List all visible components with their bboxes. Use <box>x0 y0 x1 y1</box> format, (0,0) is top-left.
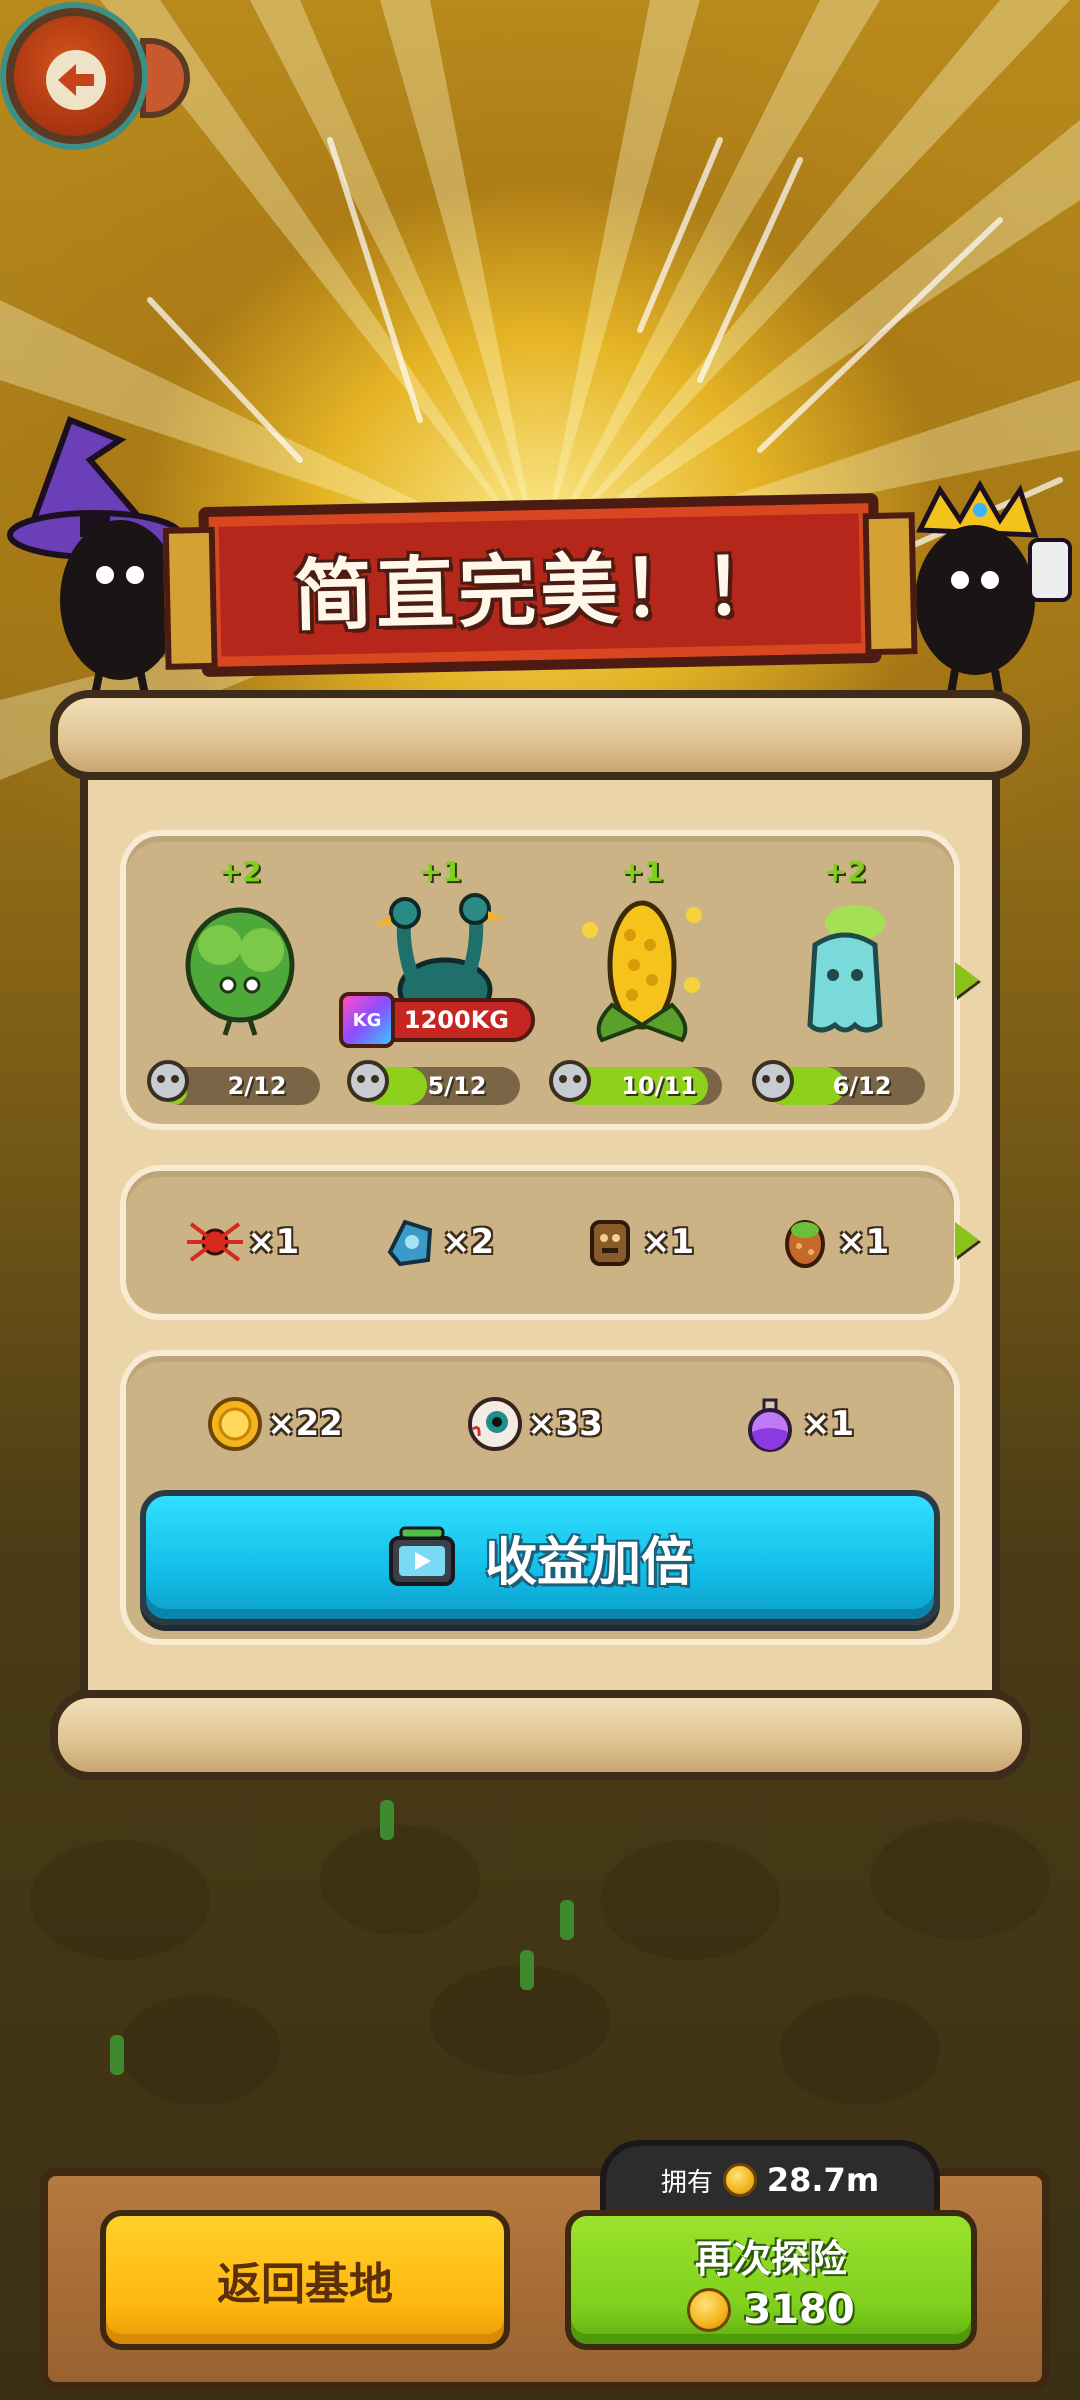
progress-text: 5/12 <box>427 1072 487 1100</box>
owned-coins-display: 拥有 28.7m <box>600 2140 940 2220</box>
item-relic: ×2 <box>380 1212 494 1272</box>
result-banner: 简直完美！！ <box>198 492 882 678</box>
item-spider: ×1 <box>185 1212 299 1272</box>
weight-value: 1200KG <box>403 1006 509 1034</box>
return-base-button[interactable]: 返回基地 <box>100 2210 510 2350</box>
monster-card-lettuce[interactable]: +2 2/12 <box>147 845 330 1125</box>
back-arrow-icon <box>46 50 106 110</box>
reward-eyeball: ×33 <box>465 1394 603 1454</box>
double-rewards-label: 收益加倍 <box>484 1533 693 1593</box>
monsters-next-arrow-icon[interactable] <box>955 962 979 998</box>
banner-title: 简直完美！！ <box>293 541 788 643</box>
reward-count: ×1 <box>802 1404 855 1444</box>
reward-count: ×33 <box>527 1404 603 1444</box>
weight-kg-icon: KG <box>339 992 395 1048</box>
skull-icon <box>752 1060 794 1102</box>
item-count: ×1 <box>642 1222 695 1262</box>
explore-cost: 3180 <box>687 2286 855 2333</box>
progress-text: 10/11 <box>621 1072 697 1100</box>
corn-monster-icon <box>582 900 702 1043</box>
monster-plus: +1 <box>620 855 664 888</box>
scroll-top-roll <box>50 690 1030 780</box>
double-rewards-button[interactable]: 收益加倍 <box>140 1490 940 1625</box>
item-totem: ×1 <box>580 1212 694 1272</box>
item-egg: ×1 <box>775 1212 889 1272</box>
ghost-radish-monster-icon <box>807 905 885 1033</box>
tv-ad-icon <box>388 1526 455 1586</box>
potion-icon <box>748 1398 792 1452</box>
monster-plus: +2 <box>218 855 262 888</box>
blue-relic-icon <box>387 1219 433 1267</box>
weight-badge: KG 1200KG <box>339 992 535 1048</box>
explore-cost-value: 3180 <box>743 2286 855 2333</box>
lettuce-monster-icon <box>185 907 295 1036</box>
explore-again-button[interactable]: 再次探险 3180 <box>565 2210 977 2350</box>
item-count: ×1 <box>837 1222 890 1262</box>
progress-text: 6/12 <box>832 1072 892 1100</box>
items-next-arrow-icon[interactable] <box>955 1222 979 1258</box>
monster-card-corn[interactable]: +1 10/11 <box>549 845 732 1125</box>
skull-icon <box>549 1060 591 1102</box>
eyeball-icon <box>468 1397 522 1451</box>
monster-card-ostrich[interactable]: +1 5/12 <box>347 845 530 1125</box>
egg-icon <box>785 1220 825 1268</box>
coin-icon <box>687 2287 732 2332</box>
skull-icon <box>147 1060 189 1102</box>
totem-icon <box>590 1220 630 1266</box>
back-button[interactable] <box>6 8 142 144</box>
explore-again-label: 再次探险 <box>694 2236 847 2281</box>
coin-icon <box>722 2163 757 2197</box>
reward-coin: ×22 <box>205 1394 343 1454</box>
skull-icon <box>347 1060 389 1102</box>
coin-icon <box>208 1397 262 1451</box>
monster-plus: +1 <box>418 855 462 888</box>
item-count: ×1 <box>247 1222 300 1262</box>
item-count: ×2 <box>442 1222 495 1262</box>
owned-label: 拥有 <box>660 2167 713 2198</box>
monster-card-ghost-radish[interactable]: +2 6/12 <box>752 845 935 1125</box>
monster-plus: +2 <box>823 855 867 888</box>
progress-text: 2/12 <box>227 1072 287 1100</box>
red-spider-icon <box>187 1222 243 1262</box>
scroll-bottom-roll <box>50 1690 1030 1780</box>
reward-potion: ×1 <box>740 1394 854 1454</box>
owned-value: 28.7m <box>766 2161 880 2199</box>
reward-count: ×22 <box>267 1404 343 1444</box>
